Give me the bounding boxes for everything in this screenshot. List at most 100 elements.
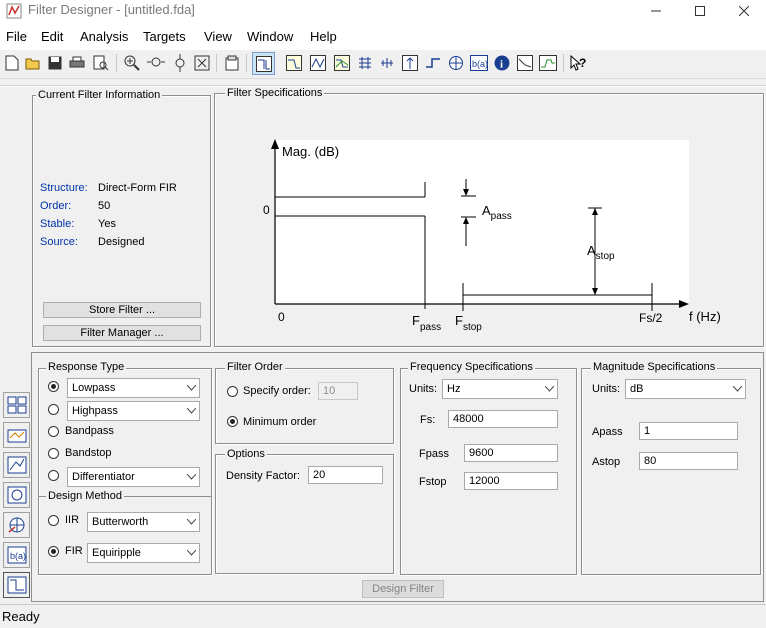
full-view-icon[interactable] bbox=[192, 53, 211, 72]
freq-units-label: Units: bbox=[409, 383, 438, 395]
magnitude-estimate-icon[interactable] bbox=[515, 53, 534, 72]
fs-input[interactable]: 48000 bbox=[448, 410, 558, 428]
new-figure-icon[interactable] bbox=[222, 53, 241, 72]
fstop-label: Fstop bbox=[455, 313, 482, 333]
bandstop-radio[interactable] bbox=[48, 448, 59, 459]
toolbar-separator bbox=[116, 54, 117, 72]
apass-label: Apass bbox=[482, 203, 512, 222]
impulse-icon[interactable] bbox=[400, 53, 419, 72]
current-filter-title: Current Filter Information bbox=[36, 89, 163, 101]
fpass-input[interactable]: 9600 bbox=[464, 444, 558, 462]
bandstop-label: Bandstop bbox=[65, 447, 112, 459]
close-button[interactable] bbox=[722, 0, 766, 22]
toolbar-separator bbox=[216, 54, 217, 72]
iir-method-select[interactable]: Butterworth bbox=[87, 512, 200, 532]
import-filter-icon[interactable] bbox=[3, 512, 30, 538]
bandpass-label: Bandpass bbox=[65, 425, 114, 437]
phase-delay-icon[interactable] bbox=[377, 53, 396, 72]
mag-phase-icon[interactable] bbox=[332, 53, 351, 72]
print-preview-icon[interactable] bbox=[91, 53, 110, 72]
density-factor-input[interactable]: 20 bbox=[308, 466, 383, 484]
source-value: Designed bbox=[98, 236, 145, 248]
response-type-title: Response Type bbox=[46, 361, 127, 373]
menu-bar: File Edit Analysis Targets View Window H… bbox=[0, 22, 766, 50]
info-icon[interactable]: i bbox=[492, 53, 511, 72]
round-off-noise-icon[interactable] bbox=[538, 53, 557, 72]
order-input[interactable]: 10 bbox=[318, 382, 358, 400]
lowpass-radio[interactable] bbox=[48, 381, 59, 392]
differentiator-select[interactable]: Differentiator bbox=[67, 467, 200, 487]
mag-units-label: Units: bbox=[592, 383, 621, 395]
density-factor-label: Density Factor: bbox=[226, 470, 300, 482]
menu-targets[interactable]: Targets bbox=[143, 29, 186, 44]
open-icon[interactable] bbox=[23, 53, 42, 72]
fs2-label: Fs/2 bbox=[639, 311, 663, 325]
transform-filter-icon[interactable] bbox=[3, 392, 30, 418]
filter-order-title: Filter Order bbox=[225, 361, 285, 373]
maximize-button[interactable] bbox=[678, 0, 722, 22]
bandpass-radio[interactable] bbox=[48, 426, 59, 437]
pole-zero-icon[interactable] bbox=[446, 53, 465, 72]
menu-view[interactable]: View bbox=[204, 29, 232, 44]
menu-help[interactable]: Help bbox=[310, 29, 337, 44]
design-filter-icon[interactable]: b(a) bbox=[3, 542, 30, 568]
fstop-input[interactable]: 12000 bbox=[464, 472, 558, 490]
astop-input[interactable]: 80 bbox=[639, 452, 738, 470]
phase-icon[interactable] bbox=[308, 53, 327, 72]
realize-model-icon[interactable] bbox=[3, 452, 30, 478]
new-icon[interactable] bbox=[2, 53, 21, 72]
highpass-radio[interactable] bbox=[48, 404, 59, 415]
iir-label: IIR bbox=[65, 514, 80, 526]
create-multirate-icon[interactable] bbox=[3, 422, 30, 448]
pole-zero-editor-icon[interactable] bbox=[3, 482, 30, 508]
filter-specs-icon[interactable] bbox=[252, 52, 275, 75]
zoom-in-icon[interactable] bbox=[122, 53, 141, 72]
menu-window[interactable]: Window bbox=[247, 29, 293, 44]
menu-edit[interactable]: Edit bbox=[41, 29, 63, 44]
structure-label: Structure: bbox=[40, 182, 88, 194]
lowpass-select[interactable]: Lowpass bbox=[67, 378, 200, 398]
group-delay-icon[interactable] bbox=[355, 53, 374, 72]
zoom-y-icon[interactable] bbox=[170, 53, 189, 72]
zoom-x-icon[interactable] bbox=[146, 53, 165, 72]
magnitude-specs-panel bbox=[581, 368, 761, 575]
fir-method-select[interactable]: Equiripple bbox=[87, 543, 200, 563]
differentiator-radio[interactable] bbox=[48, 470, 59, 481]
status-text: Ready bbox=[2, 609, 40, 624]
coefficients-icon[interactable]: b(a) bbox=[469, 53, 488, 72]
svg-text:b(a): b(a) bbox=[10, 551, 26, 561]
step-icon[interactable] bbox=[423, 53, 442, 72]
x-zero-label: 0 bbox=[278, 310, 285, 324]
highpass-select[interactable]: Highpass bbox=[67, 401, 200, 421]
whats-this-icon[interactable]: ? bbox=[569, 53, 588, 72]
fpass-label: Fpass bbox=[412, 313, 442, 333]
svg-text:i: i bbox=[500, 58, 503, 70]
save-icon[interactable] bbox=[45, 53, 64, 72]
minimum-order-radio[interactable] bbox=[227, 416, 238, 427]
specify-order-radio[interactable] bbox=[227, 386, 238, 397]
filter-manager-button[interactable]: Filter Manager ... bbox=[43, 325, 201, 341]
menu-file[interactable]: File bbox=[6, 29, 27, 44]
target-filter-icon[interactable] bbox=[3, 572, 30, 598]
iir-radio[interactable] bbox=[48, 515, 59, 526]
apass-input[interactable]: 1 bbox=[639, 422, 738, 440]
magnitude-specs-title: Magnitude Specifications bbox=[591, 361, 718, 373]
minimize-button[interactable] bbox=[634, 0, 678, 22]
stable-label: Stable: bbox=[40, 218, 75, 230]
print-icon[interactable] bbox=[67, 53, 86, 72]
astop-field-label: Astop bbox=[592, 456, 621, 468]
freq-units-select[interactable]: Hz bbox=[442, 379, 558, 399]
mag-axis-label: Mag. (dB) bbox=[282, 144, 340, 159]
options-title: Options bbox=[225, 448, 267, 460]
store-filter-button[interactable]: Store Filter ... bbox=[43, 302, 201, 318]
menu-analysis[interactable]: Analysis bbox=[80, 29, 128, 44]
design-filter-button[interactable]: Design Filter bbox=[362, 580, 444, 598]
fir-radio[interactable] bbox=[48, 546, 59, 557]
magnitude-icon[interactable] bbox=[284, 53, 303, 72]
svg-text:?: ? bbox=[579, 56, 586, 70]
toolbar-divider bbox=[0, 85, 766, 87]
fpass-field-label: Fpass bbox=[419, 448, 449, 460]
fs-label: Fs: bbox=[420, 414, 436, 426]
specify-order-label: Specify order: bbox=[243, 385, 311, 397]
mag-units-select[interactable]: dB bbox=[625, 379, 746, 399]
